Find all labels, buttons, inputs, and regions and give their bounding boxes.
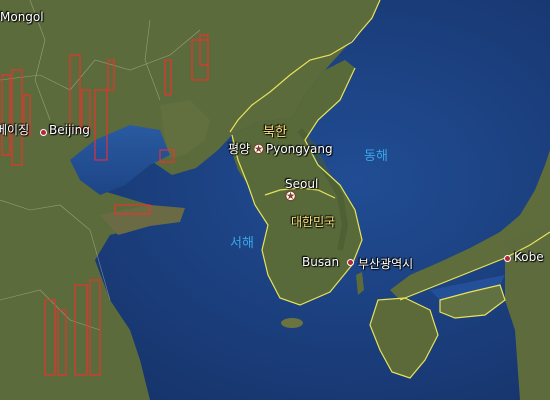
jeju-island xyxy=(281,318,303,328)
satellite-map[interactable]: Mongol 베이징 Beijing 북한 평양 ✪ Pyongyang 동해 … xyxy=(0,0,550,400)
map-imagery xyxy=(0,0,550,400)
label-beijing-ko: 베이징 xyxy=(0,123,30,137)
label-kobe: Kobe xyxy=(514,250,544,264)
label-east-sea: 동해 xyxy=(364,149,388,164)
label-pyongyang: Pyongyang xyxy=(266,142,333,156)
label-south-korea: 대한민국 xyxy=(291,215,336,229)
label-beijing: Beijing xyxy=(49,123,90,137)
city-marker-icon[interactable] xyxy=(347,259,354,266)
capital-star-icon[interactable]: ✪ xyxy=(286,191,295,202)
label-north-korea: 북한 xyxy=(263,125,287,140)
label-mongolia: Mongol xyxy=(0,10,44,24)
capital-star-icon[interactable]: ✪ xyxy=(254,144,263,155)
city-marker-icon[interactable] xyxy=(40,129,47,136)
label-busan: Busan xyxy=(302,255,340,269)
label-west-sea: 서해 xyxy=(230,236,254,251)
label-seoul: Seoul xyxy=(285,177,319,191)
label-busan-ko: 부산광역시 xyxy=(358,257,414,271)
label-pyongyang-ko: 평양 xyxy=(228,142,251,156)
city-marker-icon[interactable] xyxy=(504,255,511,262)
